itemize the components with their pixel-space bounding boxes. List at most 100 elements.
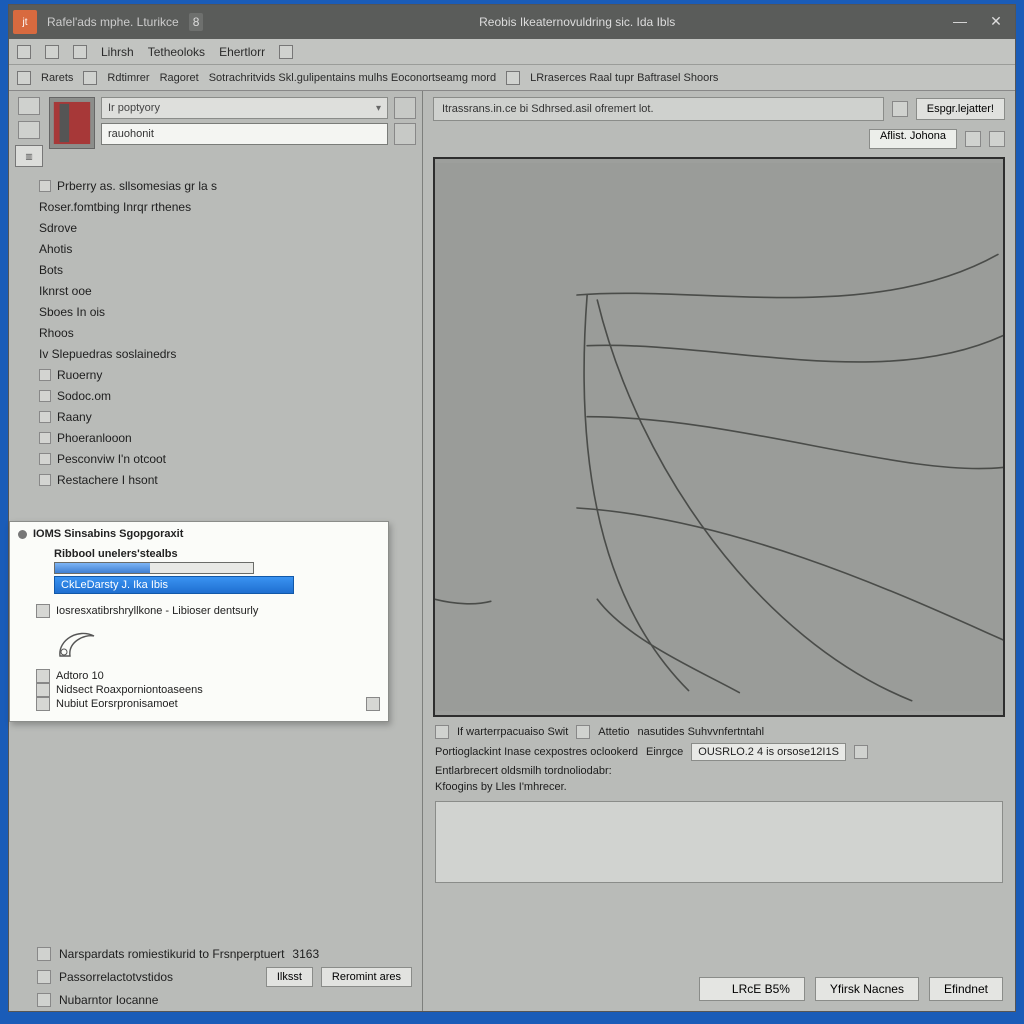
title-badge: 8: [189, 13, 204, 31]
tree-item[interactable]: Iknrst ooe: [39, 282, 412, 300]
list-view-icon[interactable]: [989, 131, 1005, 147]
tree-item[interactable]: Ahotis: [39, 240, 412, 258]
menu-icon-b[interactable]: [45, 45, 59, 59]
mini-thumb[interactable]: [18, 121, 40, 139]
ribbon-icon[interactable]: [506, 71, 520, 85]
filter-icon-button[interactable]: [394, 97, 416, 119]
tree-item[interactable]: Restachere I hsont: [39, 471, 412, 489]
row-value: 3163: [292, 947, 319, 961]
big-thumb-col: [49, 97, 95, 149]
dialog-footer: LRcE B5% Yfirsk Nacnes Efindnet: [423, 969, 1015, 1011]
popup-option[interactable]: Adtoro 10: [56, 670, 104, 682]
search-go-button[interactable]: [394, 123, 416, 145]
ribbon-item[interactable]: Ragoret: [160, 72, 199, 84]
folder-icon: [39, 390, 51, 402]
tree-item[interactable]: Roser.fomtbing Inrqr rthenes: [39, 198, 412, 216]
popup-selected-row[interactable]: CkLeDarsty J. Ika Ibis: [54, 576, 294, 594]
tree-item[interactable]: Bots: [39, 261, 412, 279]
progress-bar: [54, 562, 254, 574]
folder-icon: [39, 411, 51, 423]
tree-item[interactable]: Ruoerny: [39, 366, 412, 384]
ribbon-icon[interactable]: [83, 71, 97, 85]
combo-value: Ir poptyory: [108, 102, 376, 114]
popup-option[interactable]: Nubiut Eorsrpronisamoet: [56, 698, 178, 710]
category-combo[interactable]: Ir poptyory ▾: [101, 97, 388, 119]
meta-label: Portioglackint Inase cexpostres oclooker…: [435, 746, 638, 758]
row-icon: [37, 947, 51, 961]
ribbon-icon[interactable]: [17, 71, 31, 85]
main-split: ▥ Ir poptyory ▾: [9, 91, 1015, 1011]
folder-icon: [39, 369, 51, 381]
comment-textarea[interactable]: [435, 801, 1003, 883]
expand-icon[interactable]: [366, 697, 380, 711]
action-button-b[interactable]: Reromint ares: [321, 967, 412, 987]
row-label: Narspardats romiestikurid to Frsnperptue…: [59, 947, 284, 961]
meta-label: Attetio: [598, 726, 629, 738]
menu-icon-d[interactable]: [279, 45, 293, 59]
component-tree: Prberry as. sllsomesias gr la s Roser.fo…: [9, 171, 422, 495]
menu-item[interactable]: Tetheoloks: [148, 45, 205, 59]
view-tab[interactable]: Aflist. Johona: [869, 129, 957, 149]
tree-item[interactable]: Sboes In ois: [39, 303, 412, 321]
meta-label: Einrgce: [646, 746, 683, 758]
search-input[interactable]: rauohonit: [101, 123, 388, 145]
title-center: Reobis Ikeaternovuldring sic. Ida Ibls: [213, 15, 941, 29]
meta-icon: [435, 725, 449, 739]
meta-label: Kfoogins by Lles I'mhrecer.: [435, 781, 567, 793]
menu-icon-c[interactable]: [73, 45, 87, 59]
right-pane: Itrassrans.in.ce bi Sdhrsed.asil ofremer…: [423, 91, 1015, 1011]
swoosh-icon: [54, 622, 102, 662]
popup-title: IOMS Sinsabins Sgopgoraxit: [33, 528, 183, 540]
ribbon-item[interactable]: Sotrachritvids Skl.gulipentains mulhs Eo…: [209, 72, 496, 84]
btn-icon: [714, 983, 726, 995]
row-icon: [37, 993, 51, 1007]
small-thumb[interactable]: ▥: [15, 145, 43, 167]
folder-icon: [39, 453, 51, 465]
mini-thumb[interactable]: [18, 97, 40, 115]
tree-item[interactable]: Rhoos: [39, 324, 412, 342]
menu-icon-a[interactable]: [17, 45, 31, 59]
close-button[interactable]: ✕: [987, 13, 1005, 31]
option-icon: [36, 697, 50, 711]
chevron-down-icon: ▾: [376, 103, 381, 114]
progress-fill: [55, 563, 150, 573]
tree-item[interactable]: Sodoc.om: [39, 387, 412, 405]
grid-view-icon[interactable]: [965, 131, 981, 147]
ribbon-item[interactable]: Rarets: [41, 72, 73, 84]
meta-icon: [576, 725, 590, 739]
popup-option[interactable]: Nidsect Roaxporniontoaseens: [56, 684, 203, 696]
tree-item[interactable]: Iv Slepuedras soslainedrs: [39, 345, 412, 363]
breadcrumb-field[interactable]: Itrassrans.in.ce bi Sdhrsed.asil ofremer…: [433, 97, 884, 121]
ribbon-item[interactable]: LRraserces Raal tupr Baftrasel Shoors: [530, 72, 718, 84]
right-top-bar: Itrassrans.in.ce bi Sdhrsed.asil ofremer…: [423, 91, 1015, 127]
popup-node[interactable]: Iosresxatibrshryllkone - Libioser dentsu…: [56, 605, 258, 617]
breadcrumb-toggle-icon[interactable]: [892, 101, 908, 117]
filter-stack: Ir poptyory ▾ rauohonit: [101, 97, 416, 145]
sketch-canvas[interactable]: [435, 159, 1003, 715]
right-tabs: Aflist. Johona: [423, 127, 1015, 155]
tree-item[interactable]: Raany: [39, 408, 412, 426]
window-controls: — ✕: [951, 13, 1011, 31]
footer-button-3[interactable]: Efindnet: [929, 977, 1003, 1001]
preview-thumb[interactable]: [49, 97, 95, 149]
ribbon-item[interactable]: Rdtimrer: [107, 72, 149, 84]
minimize-button[interactable]: —: [951, 13, 969, 31]
tag-button[interactable]: Espgr.lejatter!: [916, 98, 1005, 120]
action-button-a[interactable]: Ilksst: [266, 967, 313, 987]
footer-button-1[interactable]: LRcE B5%: [699, 977, 805, 1001]
app-window: jt Rafel'ads mphe. Lturikce 8 Reobis Ike…: [8, 4, 1016, 1012]
menu-item[interactable]: Lihrsh: [101, 45, 134, 59]
tree-item[interactable]: Sdrove: [39, 219, 412, 237]
copy-icon[interactable]: [854, 745, 868, 759]
tree-item[interactable]: Phoeranlooon: [39, 429, 412, 447]
ribbon: Rarets Rdtimrer Ragoret Sotrachritvids S…: [9, 65, 1015, 91]
menu-item[interactable]: Ehertlorr: [219, 45, 265, 59]
popup-node[interactable]: Ribbool unelers'stealbs: [54, 548, 380, 560]
tree-item[interactable]: Pesconviw I'n otcoot: [39, 450, 412, 468]
folder-icon: [39, 474, 51, 486]
tree-item[interactable]: Prberry as. sllsomesias gr la s: [39, 177, 412, 195]
folder-icon: [39, 180, 51, 192]
footer-button-2[interactable]: Yfirsk Nacnes: [815, 977, 919, 1001]
code-field[interactable]: OUSRLO.2 4 is orsose12I1S: [691, 743, 846, 761]
option-icon: [36, 683, 50, 697]
